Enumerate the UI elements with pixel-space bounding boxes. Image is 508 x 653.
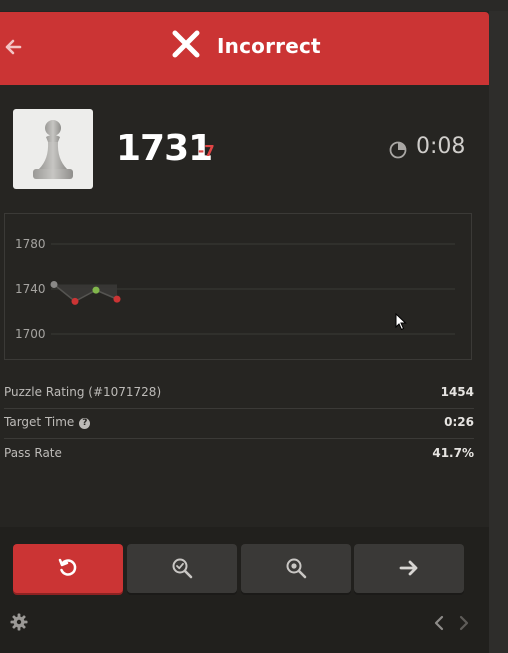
rating-chart: 1780 1740 1700 bbox=[4, 213, 472, 360]
top-strip bbox=[0, 0, 508, 11]
chart-point[interactable] bbox=[92, 286, 100, 294]
target-time-label: Target Time bbox=[4, 415, 75, 429]
help-icon[interactable]: ? bbox=[79, 418, 91, 429]
y-tick-label: 1740 bbox=[15, 282, 46, 296]
pass-rate-label: Pass Rate bbox=[4, 446, 62, 460]
retry-button[interactable] bbox=[13, 544, 123, 593]
right-gutter bbox=[489, 11, 508, 653]
pass-rate-value: 41.7% bbox=[432, 446, 474, 460]
gear-icon[interactable] bbox=[10, 613, 28, 631]
x-icon bbox=[172, 30, 200, 58]
stat-pass-rate: Pass Rate 41.7% bbox=[4, 439, 474, 469]
rating-delta: -7 bbox=[198, 142, 215, 160]
chevron-left-icon[interactable] bbox=[433, 615, 445, 631]
solution-button[interactable] bbox=[241, 544, 351, 593]
mouse-cursor bbox=[395, 313, 407, 331]
y-tick-label: 1700 bbox=[15, 327, 46, 341]
target-time-value: 0:26 bbox=[444, 415, 474, 429]
retry-icon bbox=[58, 558, 77, 576]
result-title: Incorrect bbox=[217, 34, 321, 58]
puzzle-rating-label: Puzzle Rating (#1071728) bbox=[4, 385, 162, 399]
result-header: Incorrect bbox=[0, 12, 489, 85]
player-avatar bbox=[13, 109, 93, 189]
clock-icon bbox=[389, 141, 407, 159]
chart-point[interactable] bbox=[50, 281, 58, 288]
chart-point[interactable] bbox=[113, 295, 121, 303]
arrow-right-icon bbox=[399, 560, 418, 576]
target-time-label-wrap: Target Time? bbox=[4, 415, 91, 429]
pawn-icon bbox=[33, 120, 73, 179]
analysis-button[interactable] bbox=[127, 544, 237, 593]
rating-chart-svg: 1780 1740 1700 bbox=[15, 237, 455, 341]
arrow-left-icon[interactable] bbox=[4, 36, 22, 58]
stat-puzzle-rating: Puzzle Rating (#1071728) 1454 bbox=[4, 378, 474, 409]
stat-target-time: Target Time? 0:26 bbox=[4, 408, 474, 439]
magnify-gear-icon bbox=[286, 558, 307, 579]
chevron-right-icon[interactable] bbox=[458, 615, 470, 631]
puzzle-rating-value: 1454 bbox=[440, 385, 474, 399]
next-button[interactable] bbox=[354, 544, 464, 593]
magnify-check-icon bbox=[172, 558, 193, 579]
puzzle-timer: 0:08 bbox=[416, 134, 466, 159]
chart-point[interactable] bbox=[71, 297, 79, 305]
y-tick-label: 1780 bbox=[15, 237, 46, 251]
